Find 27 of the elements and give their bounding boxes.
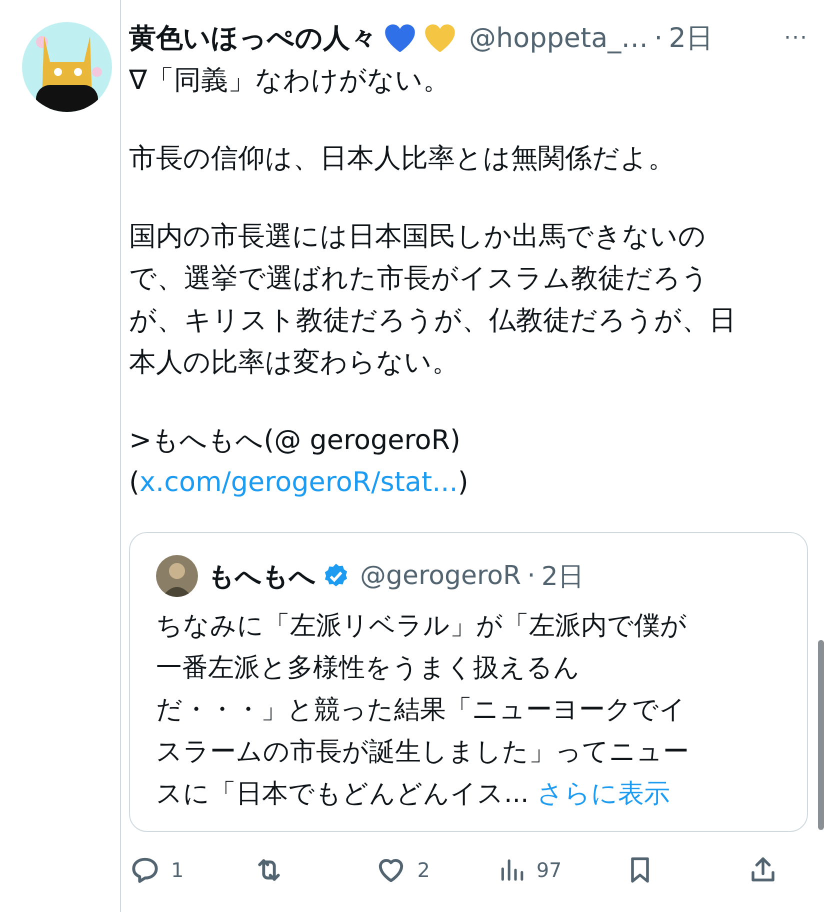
post-text-line: で、選挙で選ばれた市長がイスラム教徒だろう xyxy=(129,262,709,296)
action-count: 1 xyxy=(171,858,184,882)
display-name[interactable]: 黄色いほっぺの人々 xyxy=(129,20,377,56)
quoted-text-line: ちなみに「左派リベラル」が「左派内で僕が xyxy=(156,610,687,643)
reference-text: >もへもへ(@ gerogeroR) (x.com/gerogeroR/stat...) xyxy=(129,424,470,500)
action-count: 97 xyxy=(536,858,562,882)
quoted-text-line: スラームの市長が誕生しました」ってニュー xyxy=(156,736,689,769)
scrollbar[interactable] xyxy=(818,640,824,830)
post-time[interactable]: 2日 xyxy=(541,558,584,594)
more-button[interactable]: ··· xyxy=(784,26,808,50)
post-text-line: 市長の信仰は、日本人比率とは無関係だよ。 xyxy=(129,142,675,176)
post-text-line: ∇「同義」なわけがない。 xyxy=(129,64,450,98)
quoted-text-line: スに「日本でもどんどんイス... xyxy=(156,779,530,809)
post-text-line: 国内の市長選には日本国民しか出馬できないの xyxy=(129,220,706,254)
post-text-line: が、キリスト教徒だろうが、仏教徒だろうが、日 xyxy=(129,304,736,338)
avatar[interactable] xyxy=(156,555,198,597)
action-count: 2 xyxy=(417,858,430,882)
quoted-text-line: だ・・・」と競った結果「ニューヨークでイ xyxy=(156,694,686,727)
user-handle[interactable]: @gerogeroR xyxy=(360,561,522,591)
display-name[interactable]: もへもへ xyxy=(208,558,316,594)
separator-dot: · xyxy=(527,561,536,591)
user-handle[interactable]: @hoppeta_… xyxy=(469,22,648,54)
post-time[interactable]: 2日 xyxy=(668,20,713,56)
post-text-line: 本人の比率は変わらない。 xyxy=(129,346,459,380)
separator-dot: · xyxy=(654,22,663,54)
quoted-post[interactable]: もへもへ @gerogeroR · 2日 ちなみに「左派リベラル」が「左派内で僕が 一番左派と多様性をうまく扱えるん だ・・・」と競った結果「ニューヨークでイ スラームの市長が誕生しました」ってニュー スに「日本でもどんどんイス... さらに表示 xyxy=(129,532,808,832)
quoted-text-line: 一番左派と多様性をうまく扱えるん xyxy=(156,652,580,685)
